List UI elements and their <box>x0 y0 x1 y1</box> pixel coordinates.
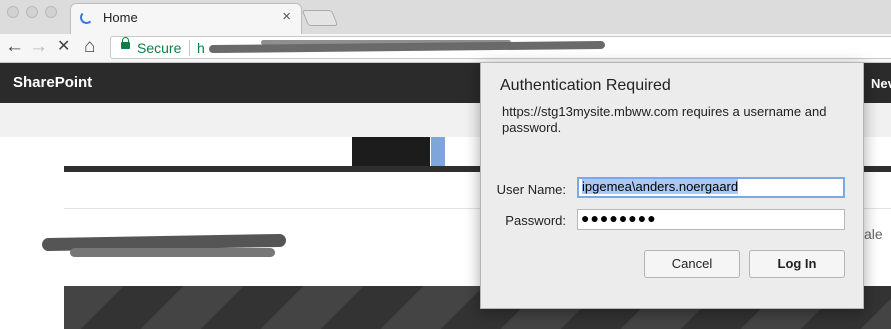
browser-tab-home[interactable]: Home × <box>70 3 302 34</box>
cancel-button[interactable]: Cancel <box>644 250 740 278</box>
tab-close-icon[interactable]: × <box>282 8 291 25</box>
loading-spinner-icon <box>80 11 93 24</box>
tab-strip: Home × <box>0 0 891 34</box>
login-button[interactable]: Log In <box>749 250 845 278</box>
stop-icon[interactable]: ✕ <box>57 36 70 58</box>
sharepoint-brand[interactable]: SharePoint <box>13 74 92 91</box>
lock-icon <box>121 37 130 49</box>
auth-dialog: Authentication Required https://stg13mys… <box>480 62 864 309</box>
minimize-window-icon[interactable] <box>26 6 38 18</box>
forward-arrow-icon[interactable]: → <box>29 36 48 58</box>
address-bar[interactable]: Secure h <box>110 36 891 59</box>
password-label: Password: <box>505 213 566 228</box>
password-value: ●●●●●●●● <box>581 210 657 226</box>
url-separator <box>189 40 190 56</box>
redaction-scribble <box>70 248 275 257</box>
close-window-icon[interactable] <box>7 6 19 18</box>
dialog-message: https://stg13mysite.mbww.com requires a … <box>502 104 827 135</box>
home-icon[interactable]: ⌂ <box>84 36 95 58</box>
card-text-fragment: ale <box>864 226 883 242</box>
dialog-title: Authentication Required <box>500 77 671 94</box>
url-text: h <box>197 40 205 56</box>
secure-label: Secure <box>137 40 182 56</box>
redaction-scribble <box>261 40 511 45</box>
tab-title: Home <box>103 10 138 25</box>
username-value: ipgemea\anders.noergaard <box>582 179 739 194</box>
username-field[interactable]: ipgemea\anders.noergaard <box>577 177 845 198</box>
browser-toolbar: ← → ✕ ⌂ Secure h <box>0 34 891 63</box>
new-tab-button[interactable] <box>301 10 339 26</box>
password-field[interactable]: ●●●●●●●● <box>577 209 845 230</box>
username-label: User Name: <box>496 182 566 197</box>
suite-bar-link[interactable]: Nev <box>871 76 891 91</box>
back-arrow-icon[interactable]: ← <box>5 36 24 58</box>
zoom-window-icon[interactable] <box>45 6 57 18</box>
